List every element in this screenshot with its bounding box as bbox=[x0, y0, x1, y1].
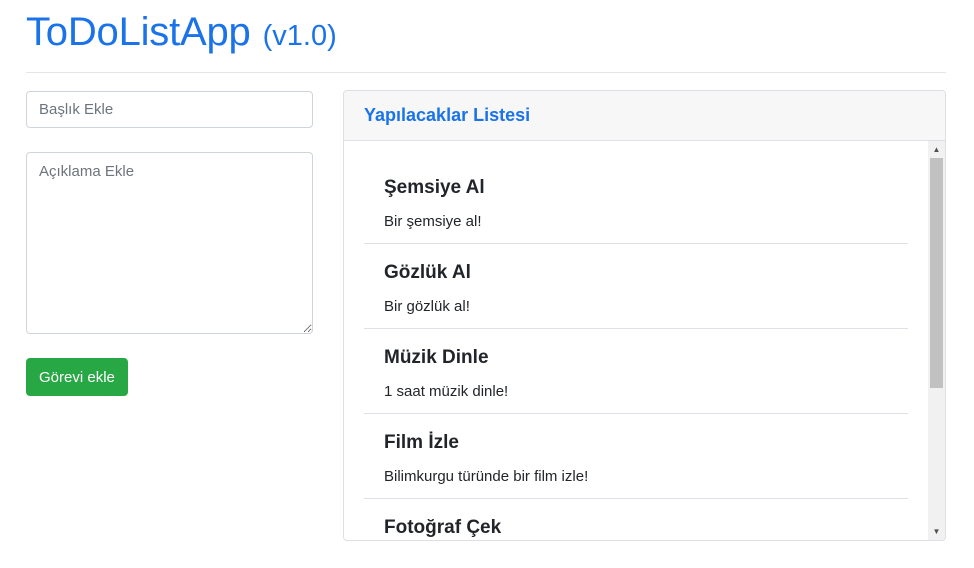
add-task-button[interactable]: Görevi ekle bbox=[26, 358, 128, 396]
todo-item[interactable]: Fotoğraf Çek bbox=[364, 499, 908, 540]
todo-item[interactable]: Müzik Dinle 1 saat müzik dinle! bbox=[364, 329, 908, 414]
todo-title: Şemsiye Al bbox=[384, 177, 485, 198]
todo-list-scroll-area[interactable]: Şemsiye Al Bir şemsiye al! Gözlük Al Bir… bbox=[344, 141, 945, 540]
todo-description: 1 saat müzik dinle! bbox=[384, 383, 509, 400]
todo-item[interactable]: Film İzle Bilimkurgu türünde bir film iz… bbox=[364, 414, 908, 499]
todo-form: Görevi ekle bbox=[26, 91, 313, 396]
todo-title: Müzik Dinle bbox=[384, 347, 489, 368]
title-input[interactable] bbox=[26, 91, 313, 128]
scroll-up-icon[interactable]: ▲ bbox=[928, 141, 945, 158]
app-header: ToDoListApp (v1.0) bbox=[26, 10, 337, 62]
todo-description: Bir gözlük al! bbox=[384, 298, 470, 315]
app-title: ToDoListApp bbox=[26, 10, 251, 54]
todo-item[interactable]: Şemsiye Al Bir şemsiye al! bbox=[364, 159, 908, 244]
todo-description: Bir şemsiye al! bbox=[384, 213, 482, 230]
todo-description: Bilimkurgu türünde bir film izle! bbox=[384, 468, 589, 485]
card-header: Yapılacaklar Listesi bbox=[344, 91, 945, 141]
todo-title: Film İzle bbox=[384, 432, 459, 453]
header-divider bbox=[26, 72, 946, 73]
scroll-down-icon[interactable]: ▼ bbox=[928, 523, 945, 540]
vertical-scrollbar[interactable]: ▲ ▼ bbox=[928, 141, 945, 540]
scrollbar-thumb[interactable] bbox=[930, 158, 943, 388]
todo-list-card: Yapılacaklar Listesi Şemsiye Al Bir şems… bbox=[343, 90, 946, 541]
todo-list: Şemsiye Al Bir şemsiye al! Gözlük Al Bir… bbox=[364, 159, 908, 540]
todo-item[interactable]: Gözlük Al Bir gözlük al! bbox=[364, 244, 908, 329]
app-version: (v1.0) bbox=[262, 20, 337, 52]
todo-title: Gözlük Al bbox=[384, 262, 471, 283]
todo-title: Fotoğraf Çek bbox=[384, 517, 502, 538]
list-heading: Yapılacaklar Listesi bbox=[364, 105, 531, 125]
description-textarea[interactable] bbox=[26, 152, 313, 334]
